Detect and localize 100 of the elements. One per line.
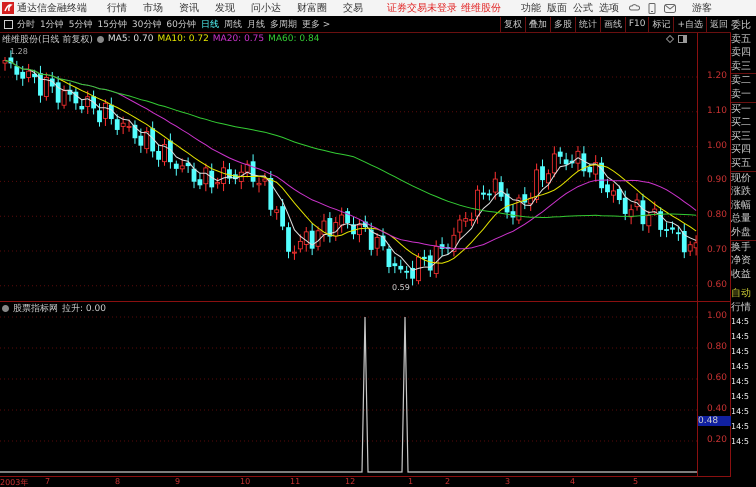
price-axis-label: 1.20: [706, 71, 727, 81]
quote-label: 委比: [731, 19, 752, 33]
indicator-axis-label: 0.40: [706, 404, 727, 414]
message-icon[interactable]: [664, 4, 676, 12]
menu-item[interactable]: 问小达: [251, 1, 281, 15]
quote-label: 外盘: [731, 226, 756, 240]
app-name: 通达信金融终端: [17, 2, 87, 15]
quote-label: 卖五: [731, 32, 752, 46]
quote-label: 现价: [731, 172, 752, 186]
period-tab[interactable]: 周线: [224, 18, 242, 30]
tool-menu-item[interactable]: 选项: [599, 1, 619, 15]
ma-label: MA5: 0.70: [108, 34, 154, 44]
quote-label: 净资: [731, 254, 752, 268]
indicator-axis-label: 0.60: [706, 373, 727, 383]
user-label[interactable]: 游客: [692, 1, 712, 15]
price-axis-label: 0.90: [706, 175, 727, 186]
period-tab[interactable]: 分时: [17, 18, 35, 30]
trade-time: 14:5: [731, 376, 750, 388]
menu-item[interactable]: 财富圈: [297, 1, 327, 15]
toolbar-button[interactable]: 标记: [648, 16, 674, 32]
date-axis-label: 12: [345, 477, 356, 486]
menu-item[interactable]: 行情: [107, 1, 127, 15]
menu-item[interactable]: 市场: [143, 1, 163, 15]
toolbar-button[interactable]: 多股: [550, 16, 575, 32]
date-axis-label: 10: [240, 477, 250, 486]
period-tab[interactable]: 30分钟: [132, 18, 162, 30]
period-tab[interactable]: 月线: [246, 18, 265, 30]
trade-time: 14:5: [731, 391, 750, 404]
toolbar-button[interactable]: 复权: [500, 16, 525, 32]
tool-menu-item[interactable]: 功能: [521, 1, 541, 15]
period-tab[interactable]: 日线: [200, 18, 219, 30]
quote-label: 总量: [731, 212, 752, 226]
date-axis-label: 9: [175, 477, 180, 486]
quote-label: 收益: [731, 268, 752, 282]
tool-menu-item[interactable]: 版面: [547, 1, 567, 15]
market-label: 行情: [731, 300, 752, 314]
quote-label: 买一: [731, 102, 752, 116]
trade-time: 14:5: [731, 361, 750, 374]
price-axis-label: 0.80: [706, 210, 727, 220]
quote-label: 涨幅: [731, 198, 752, 212]
phone-icon[interactable]: [648, 2, 656, 14]
trade-time: 14:5: [731, 406, 750, 418]
tool-menu-item[interactable]: 公式: [573, 1, 593, 15]
quote-label: 买三: [731, 130, 752, 144]
chart-title: 维维股份(日线 前复权): [2, 34, 93, 46]
panel-toggle-icon[interactable]: [4, 20, 13, 28]
period-tab[interactable]: 60分钟: [166, 18, 196, 30]
date-axis-label: 11: [290, 477, 300, 486]
diamond-icon[interactable]: [666, 35, 674, 43]
period-tab[interactable]: 5分钟: [68, 18, 92, 30]
quote-label: 换手: [731, 240, 752, 254]
indicator-axis-label: 0.20: [706, 435, 727, 445]
cloud-icon[interactable]: [629, 3, 640, 13]
quote-label: 卖四: [731, 46, 752, 60]
ma-label: MA20: 0.75: [212, 34, 264, 44]
ma-label: MA60: 0.84: [268, 34, 320, 44]
current-value-label: 0.48: [698, 416, 731, 426]
date-axis-label: 1: [408, 477, 414, 486]
period-tab[interactable]: 更多 >: [302, 18, 330, 30]
toolbar-button[interactable]: +自选: [673, 16, 706, 32]
quote-label: 买四: [731, 143, 752, 157]
quote-label: 卖二: [731, 74, 752, 88]
price-axis-label: 0.70: [706, 245, 727, 255]
period-tab[interactable]: 1分钟: [40, 18, 64, 30]
trade-time: 14:5: [731, 346, 750, 358]
price-axis-label: 1.00: [706, 140, 727, 151]
indicator-axis-label: 0.80: [706, 342, 727, 352]
menu-item[interactable]: 发现: [215, 1, 235, 15]
date-axis-label: 2003年: [0, 477, 28, 487]
indicator-value: 拉升: 0.00: [62, 302, 106, 314]
menu-item[interactable]: 资讯: [179, 1, 199, 15]
quote-label: 买五: [731, 156, 756, 172]
date-axis-label: 5: [633, 477, 638, 486]
period-tab[interactable]: 多周期: [270, 18, 297, 30]
low-price-label: 0.59: [392, 283, 410, 292]
trade-time: 14:5: [731, 331, 750, 344]
toolbar-button[interactable]: 画线: [600, 16, 625, 32]
quote-label: 买二: [731, 116, 752, 130]
price-axis-label: 1.10: [706, 106, 727, 116]
date-axis-label: 2: [445, 477, 450, 486]
high-price-label: 1.28: [10, 47, 28, 56]
price-axis-label: 0.60: [706, 280, 727, 290]
period-tab[interactable]: 15分钟: [97, 18, 127, 30]
quote-label: 涨跌: [731, 185, 752, 199]
date-axis-label: 7: [45, 477, 50, 486]
trade-time: 14:5: [731, 421, 750, 434]
date-axis-label: 3: [505, 477, 510, 486]
trade-time: 14:5: [731, 436, 750, 448]
window-icon[interactable]: [678, 35, 687, 43]
indicator-name: 股票指标网: [13, 302, 58, 314]
trade-time: 14:5: [731, 316, 750, 328]
stock-name: 维维股份: [461, 2, 501, 15]
ma-label: MA10: 0.72: [157, 34, 209, 44]
indicator-axis-label: 1.00: [706, 311, 727, 321]
date-axis-label: 8: [115, 477, 120, 486]
auto-label[interactable]: 自动: [731, 287, 756, 301]
toolbar-button[interactable]: 统计: [574, 16, 600, 32]
date-axis-label: 4: [570, 477, 576, 486]
login-status[interactable]: 证券交易未登录: [387, 1, 457, 15]
menu-item[interactable]: 交易: [343, 1, 363, 15]
